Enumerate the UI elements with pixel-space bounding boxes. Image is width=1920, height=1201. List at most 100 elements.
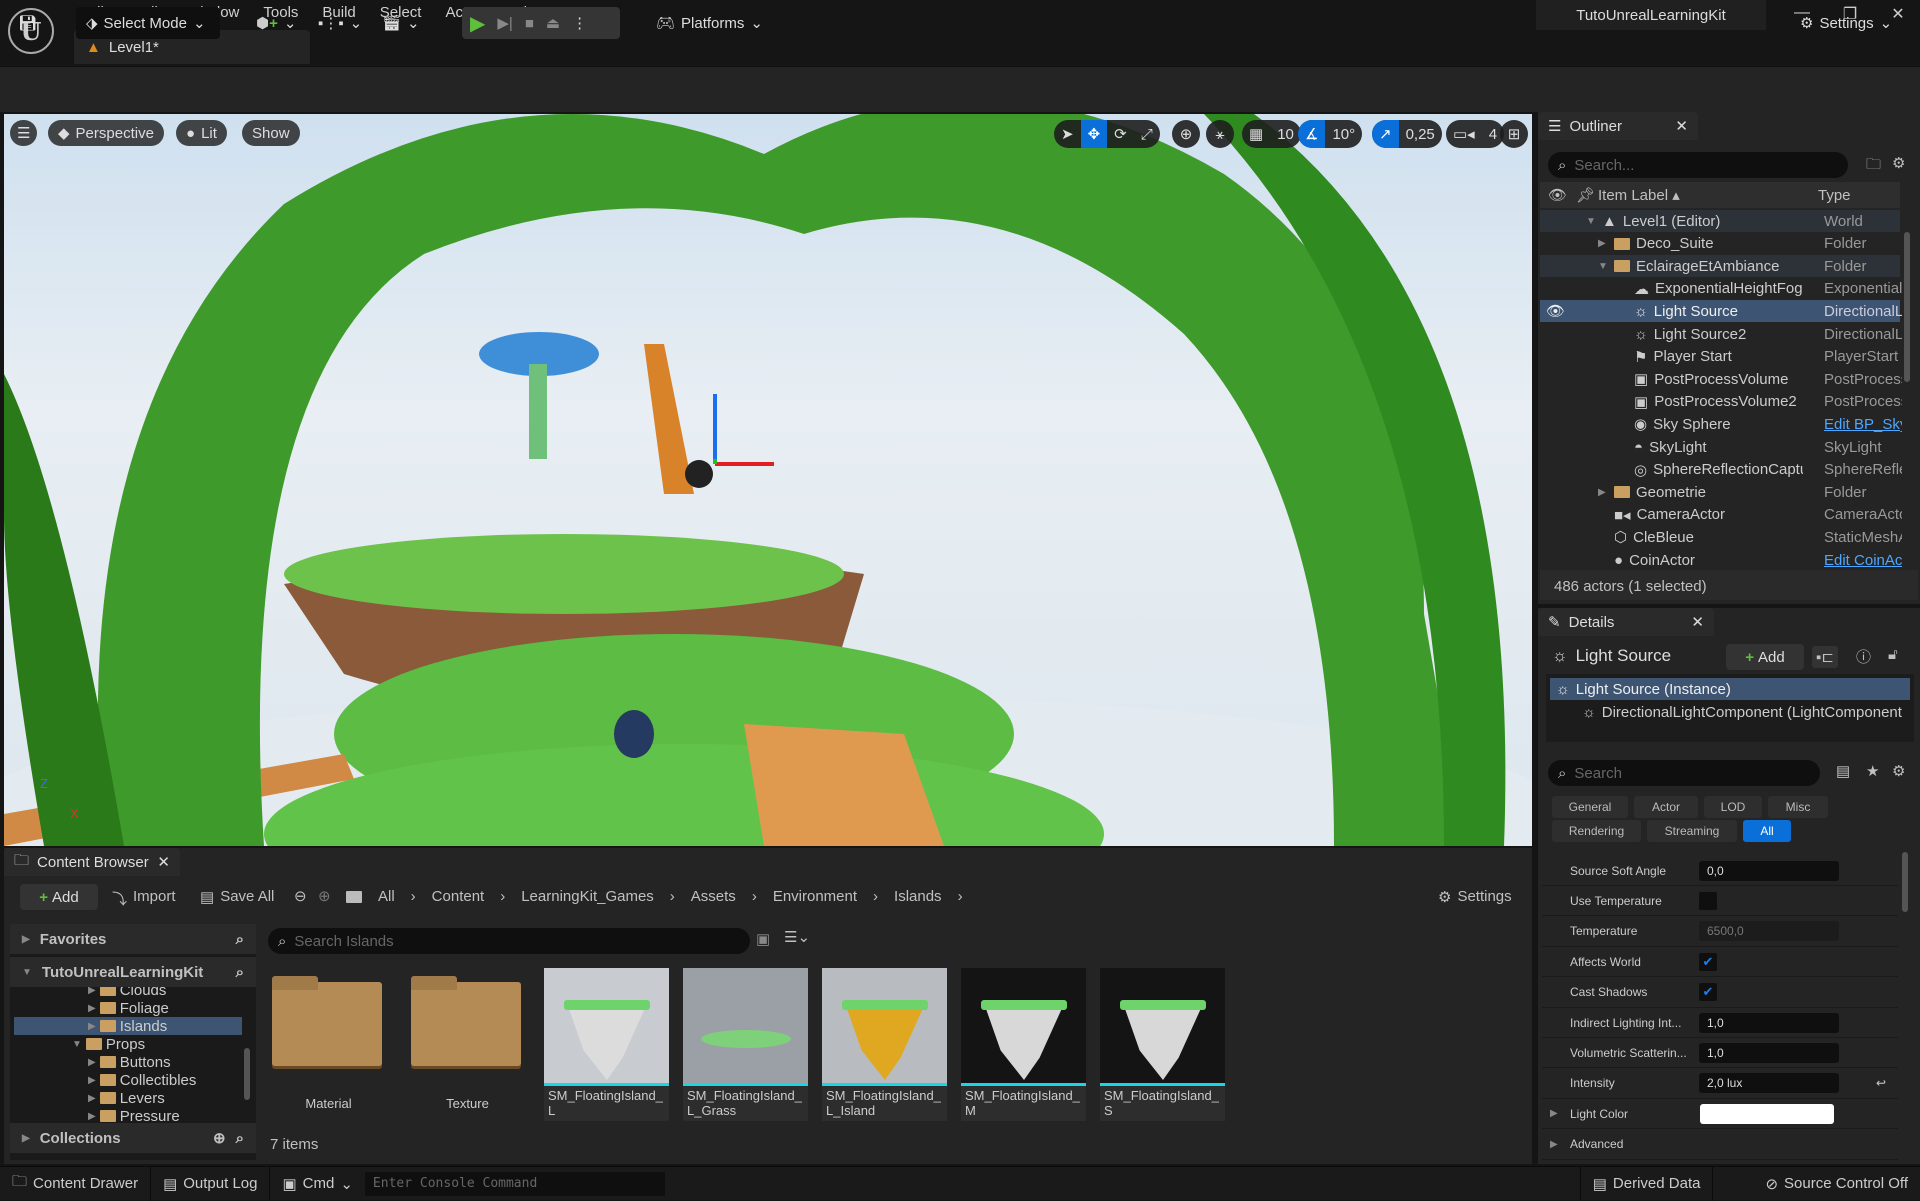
step-icon[interactable]: ▶| [497, 14, 512, 32]
outliner-row[interactable]: ● CoinActor Edit CoinActor [1540, 549, 1902, 571]
settings-button[interactable]: ⚙ Settings ⌄ [1800, 7, 1892, 39]
breadcrumb-item[interactable]: Assets [687, 888, 740, 905]
expand-arrow-icon[interactable]: ▶ [88, 987, 96, 996]
outliner-row[interactable]: ☁ ExponentialHeightFog ExponentialHeightFo… [1540, 278, 1902, 300]
pin-column-icon[interactable]: 📌︎ [1576, 186, 1595, 204]
outliner-row[interactable]: ▼ EclairageEtAmbiance Folder [1540, 255, 1900, 278]
visibility-eye-icon[interactable]: 👁︎ [1546, 302, 1565, 320]
close-icon[interactable]: ✕ [1675, 117, 1688, 135]
add-actor-button[interactable]: ⬢+ ⌄ [256, 7, 296, 39]
filter-general[interactable]: General [1552, 796, 1628, 818]
content-browser-tab[interactable]: 🗀 Content Browser ✕ [4, 848, 180, 876]
type-column[interactable]: Type [1818, 187, 1851, 204]
color-swatch[interactable] [1700, 1103, 1834, 1124]
expand-arrow-icon[interactable]: ▶ [88, 1003, 96, 1014]
output-log-button[interactable]: ▤ Output Log [151, 1166, 271, 1201]
select-mode-dropdown[interactable]: ⬗ Select Mode ⌄ [76, 7, 220, 39]
close-icon[interactable]: ✕ [157, 853, 170, 871]
expand-arrow-icon[interactable]: ▶ [88, 1093, 96, 1104]
expand-arrow-icon[interactable]: ▶ [88, 1075, 96, 1086]
blueprint-icon[interactable]: ▪⊏ [1812, 646, 1838, 668]
chevron-right-icon[interactable]: › [861, 888, 890, 905]
filter-streaming[interactable]: Streaming [1647, 820, 1737, 842]
gear-icon[interactable]: ⚙ [1892, 154, 1905, 172]
visibility-column-icon[interactable]: 👁︎ [1548, 186, 1567, 204]
filter-lod[interactable]: LOD [1704, 796, 1762, 818]
play-icon[interactable]: ▶ [470, 11, 485, 36]
platforms-button[interactable]: 🎮︎ Platforms ⌄ [656, 7, 763, 39]
filter-misc[interactable]: Misc [1768, 796, 1828, 818]
grid-snap-value[interactable]: 10 [1270, 120, 1301, 148]
console-input[interactable]: Enter Console Command [364, 1171, 665, 1196]
scale-snap-toggle[interactable]: ↗ 0,25 [1372, 120, 1442, 148]
level-viewport[interactable]: ☰ ◆ Perspective ● Lit Show ➤ ✥ ⟳ ⤢ ⊕ ⚹ ▦ 10 ∡ 1… [4, 114, 1532, 846]
perspective-button[interactable]: ◆ Perspective [48, 120, 164, 146]
save-search-icon[interactable]: ▣ [756, 930, 770, 948]
outliner-search-input[interactable]: ⌕ Search... [1548, 152, 1848, 178]
folder-tree-item[interactable]: ▼ Props [14, 1035, 242, 1053]
outliner-row[interactable]: ▶ Deco_Suite Folder [1540, 233, 1900, 255]
filter-actor[interactable]: Actor [1634, 796, 1698, 818]
show-button[interactable]: Show [242, 120, 300, 146]
outliner-row[interactable]: ■◂ CameraActor CameraActor [1540, 504, 1902, 526]
collapse-arrow-icon[interactable]: ▼ [72, 1039, 82, 1050]
expand-arrow-icon[interactable]: ▶ [88, 1021, 96, 1032]
asset-search-input[interactable]: ⌕ Search Islands [268, 928, 750, 954]
outliner-row[interactable]: ⬡ CleBleue StaticMeshActor [1540, 526, 1902, 548]
rotation-snap-value[interactable]: 10° [1325, 120, 1362, 148]
new-folder-icon[interactable]: 🗀 [1866, 154, 1881, 179]
outliner-row[interactable]: ◓ SkyLight SkyLight [1540, 436, 1900, 458]
outliner-row[interactable]: ☼ Light Source2 DirectionalLight [1540, 323, 1902, 345]
grid-snap-toggle[interactable]: ▦ 10 [1242, 120, 1301, 148]
outliner-row[interactable]: ▣ PostProcessVolume2 PostProcessVolume [1540, 391, 1902, 413]
instance-row[interactable]: ☼ Light Source (Instance) [1550, 678, 1910, 700]
outliner-tab[interactable]: ☰ Outliner ✕ [1538, 112, 1698, 140]
outliner-row[interactable]: ⚑ Player Start PlayerStart [1540, 346, 1900, 368]
folder-tree-item[interactable]: ▶ Collectibles [14, 1071, 242, 1089]
property-value-field[interactable]: 0,0 [1699, 860, 1839, 881]
add-component-button[interactable]: + Add [1726, 644, 1804, 670]
search-icon[interactable]: ⌕ [236, 931, 244, 948]
table-view-icon[interactable]: ▤ [1836, 762, 1850, 780]
scale-icon[interactable]: ⤢ [1134, 120, 1160, 148]
import-button[interactable]: ⤵ Import [112, 888, 176, 909]
outliner-row[interactable]: ◉ Sky Sphere Edit BP_Sky [1540, 413, 1902, 435]
project-section[interactable]: ▼ TutoUnrealLearningKit ⌕ [10, 957, 256, 987]
folder-tree-item[interactable]: ▶ Clouds [14, 987, 242, 999]
expand-arrow-icon[interactable]: ▼ [1598, 261, 1608, 272]
derived-data-button[interactable]: ▤ Derived Data [1579, 1166, 1714, 1201]
chevron-right-icon[interactable]: › [658, 888, 687, 905]
chevron-right-icon[interactable]: › [399, 888, 428, 905]
expand-arrow-icon[interactable]: ▶ [1550, 1108, 1558, 1119]
property-value-field[interactable]: 2,0 lux [1699, 1073, 1839, 1094]
breadcrumb-item[interactable]: Environment [769, 888, 861, 905]
chevron-right-icon[interactable]: › [740, 888, 769, 905]
back-icon[interactable]: ⊖ [294, 887, 307, 905]
tree-scrollbar[interactable] [244, 1048, 250, 1100]
scale-snap-value[interactable]: 0,25 [1399, 120, 1442, 148]
property-checkbox[interactable] [1699, 891, 1717, 910]
details-scrollbar[interactable] [1902, 852, 1908, 912]
forward-icon[interactable]: ⊕ [318, 887, 331, 905]
blueprint-button[interactable]: ▪⋮▪ ⌄ [318, 7, 362, 39]
save-icon[interactable]: 💾︎ [18, 7, 37, 39]
outliner-row[interactable]: 👁︎ ☼ Light Source DirectionalLight [1540, 300, 1902, 323]
folder-tree-item[interactable]: ▶ Levers [14, 1089, 242, 1107]
filter-all[interactable]: All [1743, 820, 1791, 842]
outliner-row[interactable]: ▣ PostProcessVolume PostProcessVolume [1540, 368, 1902, 390]
favorites-section[interactable]: ▶ Favorites ⌕ [10, 924, 256, 954]
rotate-icon[interactable]: ⟳ [1107, 120, 1134, 148]
eject-icon[interactable]: ⏏ [546, 14, 560, 32]
rotation-snap-toggle[interactable]: ∡ 10° [1298, 120, 1363, 148]
select-arrow-icon[interactable]: ➤ [1054, 120, 1081, 148]
cmd-dropdown[interactable]: ▣ Cmd ⌄ [270, 1167, 364, 1201]
folder-tree-item[interactable]: ▶ Buttons [14, 1053, 242, 1071]
search-icon[interactable]: ⌕ [236, 1130, 244, 1147]
property-value-field[interactable]: 6500,0 [1699, 921, 1839, 942]
outliner-item-type[interactable]: Edit BP_Sky [1824, 416, 1902, 433]
breadcrumb-item[interactable]: Content [428, 888, 489, 905]
chevron-right-icon[interactable]: › [488, 888, 517, 905]
close-icon[interactable]: ✕ [1691, 613, 1704, 631]
property-checkbox[interactable]: ✔ [1699, 983, 1717, 1002]
breadcrumb-item[interactable]: LearningKit_Games [517, 888, 658, 905]
